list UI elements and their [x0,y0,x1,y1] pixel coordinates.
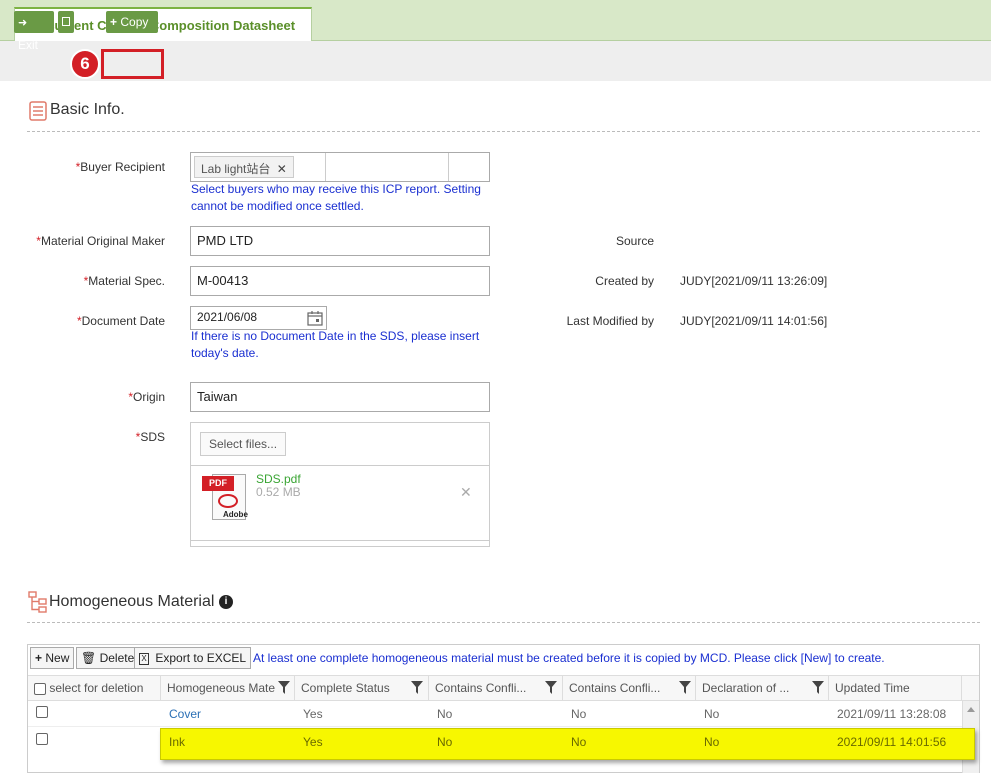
copy-button[interactable]: + Copy [106,11,158,33]
buyer-label: *Buyer Recipient [75,160,165,174]
excel-icon: X [139,652,149,665]
export-excel-button[interactable]: X Export to EXCEL [134,647,252,669]
table-cell: No [704,707,720,721]
table-cell: 2021/09/11 13:28:08 [837,707,947,721]
delete-button[interactable]: 🗑 Delete [76,647,140,669]
table-cell: 2021/09/11 14:01:56 [837,735,947,749]
file-size: 0.52 MB [256,485,301,499]
exit-icon: ➜ [18,17,28,29]
filter-icon[interactable] [411,681,423,694]
column-header[interactable]: Contains Confli... [429,676,563,701]
new-label: New [45,651,70,665]
filter-icon[interactable] [545,681,557,694]
table-cell: No [437,707,453,721]
table-cell: No [437,735,453,749]
column-header[interactable]: Updated Time [829,676,962,701]
maker-label: *Material Original Maker [36,234,165,248]
delete-label: Delete [99,651,135,665]
plus-icon: + [110,15,118,29]
material-link[interactable]: Cover [161,701,201,727]
basic-info-title: Basic Info. [50,101,125,118]
filter-icon[interactable] [812,681,824,694]
divider [190,540,490,541]
pdf-icon: PDF Adobe [200,472,248,522]
spec-label: *Material Spec. [83,274,165,288]
save-icon [62,17,70,26]
copy-highlight-box [101,49,164,79]
trash-icon: 🗑 [81,651,97,665]
divider [190,465,490,466]
origin-label: *Origin [128,390,165,404]
column-header[interactable]: Contains Confli... [563,676,696,701]
file-name-link[interactable]: SDS.pdf [256,472,301,486]
table-cell: No [704,735,720,749]
date-label: *Document Date [76,314,165,328]
step-badge: 6 [70,49,100,79]
divider [27,131,980,132]
buyer-input-area[interactable] [325,153,449,181]
material-link[interactable]: Ink [161,729,185,755]
source-label: Source [615,234,654,248]
origin-input[interactable]: Taiwan [190,382,490,412]
sds-label: *SDS [135,430,165,444]
created-label: Created by [595,274,654,288]
row-checkbox[interactable] [36,706,48,718]
maker-input[interactable]: PMD LTD [190,226,490,256]
export-label: Export to EXCEL [155,651,247,665]
modified-value: JUDY[2021/09/11 14:01:56] [680,314,828,328]
filter-icon[interactable] [278,681,290,694]
scroll-up-icon[interactable] [967,707,975,712]
table-cell: Yes [303,735,323,749]
remove-file-icon[interactable]: ✕ [460,484,472,501]
buyer-chip-label: Lab light站台 [201,162,271,176]
created-value: JUDY[2021/09/11 13:26:09] [680,274,828,288]
buyer-hint: Select buyers who may receive this ICP r… [191,182,481,213]
row-checkbox[interactable] [36,733,48,745]
remove-chip-icon[interactable]: ✕ [277,162,287,176]
spec-input[interactable]: M-00413 [190,266,490,296]
table-cell: Yes [303,707,323,721]
info-icon[interactable]: i [219,595,233,609]
save-button[interactable] [58,11,74,33]
column-header[interactable]: Declaration of ... [696,676,829,701]
column-header[interactable]: Homogeneous Mate [161,676,295,701]
select-all-checkbox[interactable] [34,682,46,695]
calendar-icon[interactable] [307,310,323,326]
modified-label: Last Modified by [566,314,654,328]
list-icon [29,101,47,121]
tree-icon [28,591,47,613]
table-cell: No [571,707,587,721]
copy-label: Copy [120,15,149,29]
grid-notice: At least one complete homogeneous materi… [253,651,885,665]
buyer-chip: Lab light站台 ✕ [194,156,294,178]
filter-icon[interactable] [679,681,691,694]
select-files-button[interactable]: Select files... [200,432,287,456]
table-cell: No [571,735,587,749]
exit-button[interactable]: ➜ Exit [14,11,54,52]
column-header[interactable]: Complete Status [295,676,429,701]
date-hint: If there is no Document Date in the SDS,… [191,329,480,360]
homogeneous-title: Homogeneous Material [49,593,215,610]
exit-label: Exit [18,38,39,52]
column-header[interactable]: select for deletion [28,676,161,701]
plus-icon: + [35,651,43,665]
new-button[interactable]: + New [30,647,75,669]
divider [27,622,980,623]
